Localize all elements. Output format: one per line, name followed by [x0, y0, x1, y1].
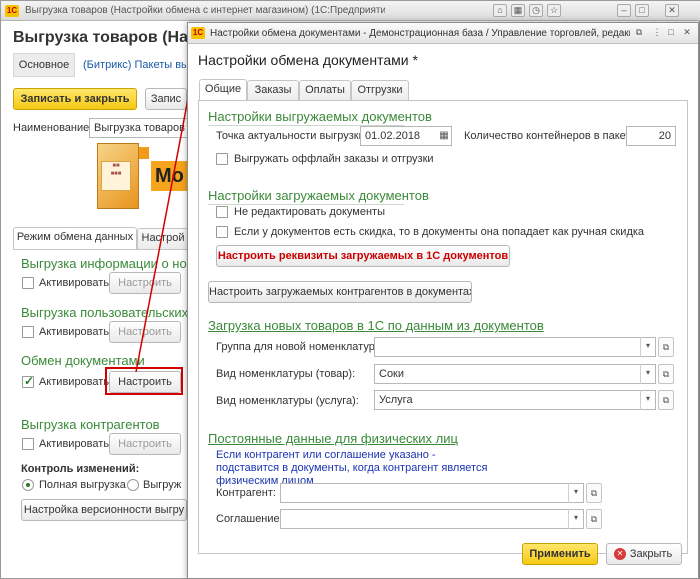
tab-general[interactable]: Общие [199, 79, 247, 101]
more-icon[interactable]: ⋮ [650, 27, 664, 40]
tab-orders[interactable]: Заказы [247, 80, 299, 101]
group-label: Группа для новой номенклатуры: [216, 341, 386, 353]
discount-checkbox[interactable] [216, 226, 228, 238]
agreement-field[interactable] [280, 509, 584, 529]
agreement-dropdown-icon[interactable]: ▾ [568, 509, 583, 529]
close-icon[interactable]: ✕ [680, 27, 694, 40]
dialog-titlebar: 1С Настройки обмена документами - Демонс… [188, 23, 698, 44]
apply-button[interactable]: Применить [522, 543, 598, 565]
tab-payments[interactable]: Оплаты [299, 80, 351, 101]
type-goods-dropdown-icon[interactable]: ▾ [640, 364, 655, 384]
tab-shipments[interactable]: Отгрузки [351, 80, 409, 101]
close-circle-icon: ✕ [614, 548, 626, 560]
group-field[interactable] [374, 337, 656, 357]
dialog-window-title: Настройки обмена документами - Демонстра… [210, 28, 630, 39]
close-button-label: Закрыть [629, 548, 673, 560]
export-section-title: Настройки выгружаемых документов [208, 109, 432, 124]
offline-orders-checkbox[interactable] [216, 153, 228, 165]
agreement-open-icon[interactable]: ⧉ [586, 509, 602, 529]
type-service-label: Вид номенклатуры (услуга): [216, 395, 359, 407]
type-goods-open-icon[interactable]: ⧉ [658, 364, 674, 384]
type-goods-field[interactable]: Соки [374, 364, 656, 384]
no-edit-label: Не редактировать документы [234, 206, 385, 218]
containers-field[interactable]: 20 [626, 126, 676, 146]
maximize-icon[interactable]: □ [664, 27, 678, 40]
containers-label: Количество контейнеров в пакете: [464, 130, 640, 142]
setup-requisites-button[interactable]: Настроить реквизиты загружаемых в 1С док… [216, 245, 510, 267]
type-service-dropdown-icon[interactable]: ▾ [640, 390, 655, 410]
date-label: Точка актуальности выгрузки: [216, 130, 368, 142]
no-edit-checkbox[interactable] [216, 206, 228, 218]
app-logo-icon: 1С [191, 27, 205, 39]
counterparty-dropdown-icon[interactable]: ▾ [568, 483, 583, 503]
import-section-title: Настройки загружаемых документов [208, 188, 429, 203]
document-exchange-settings-dialog: 1С Настройки обмена документами - Демонс… [187, 22, 699, 579]
setup-counterparties-documents-button[interactable]: Настроить загружаемых контрагентов в док… [208, 281, 472, 303]
close-button[interactable]: ✕ Закрыть [606, 543, 682, 565]
counterparty-label: Контрагент: [216, 487, 276, 499]
new-goods-section-title: Загрузка новых товаров в 1С по данным из… [208, 318, 544, 333]
link-icon[interactable]: ⧉ [632, 27, 646, 40]
offline-orders-label: Выгружать оффлайн заказы и отгрузки [234, 153, 434, 165]
calendar-icon[interactable]: ▦ [437, 127, 451, 145]
group-dropdown-icon[interactable]: ▾ [640, 337, 655, 357]
counterparty-field[interactable] [280, 483, 584, 503]
dialog-heading: Настройки обмена документами * [198, 52, 418, 68]
discount-label: Если у документов есть скидка, то в доку… [234, 226, 645, 238]
individuals-section-title: Постоянные данные для физических лиц [208, 431, 458, 446]
type-service-open-icon[interactable]: ⧉ [658, 390, 674, 410]
type-goods-label: Вид номенклатуры (товар): [216, 368, 356, 380]
type-service-field[interactable]: Услуга [374, 390, 656, 410]
agreement-label: Соглашение: [216, 513, 283, 525]
counterparty-open-icon[interactable]: ⧉ [586, 483, 602, 503]
group-open-icon[interactable]: ⧉ [658, 337, 674, 357]
